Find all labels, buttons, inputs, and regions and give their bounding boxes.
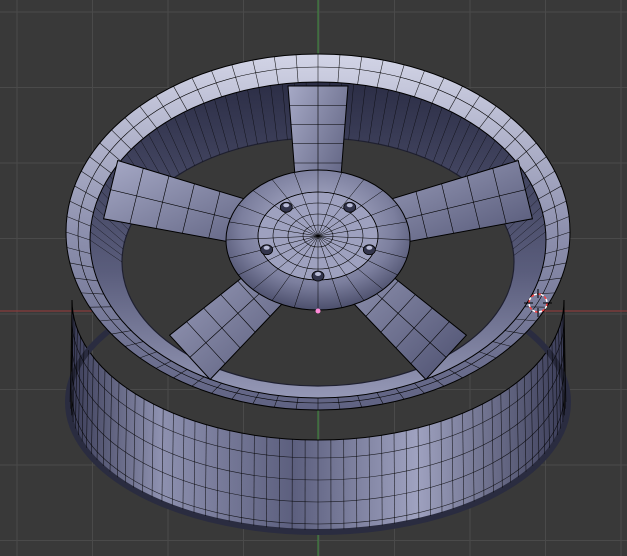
lug-nut-highlight [263,245,270,250]
lug-nut-highlight [346,203,353,208]
object-origin-marker [315,308,321,314]
3d-viewport[interactable] [0,0,627,556]
lug-nut-highlight [315,272,321,276]
wheel-rim-mesh[interactable] [65,53,571,535]
lug-nut-highlight [366,245,373,250]
viewport-canvas[interactable] [0,0,627,556]
lug-nut-highlight [283,203,290,208]
